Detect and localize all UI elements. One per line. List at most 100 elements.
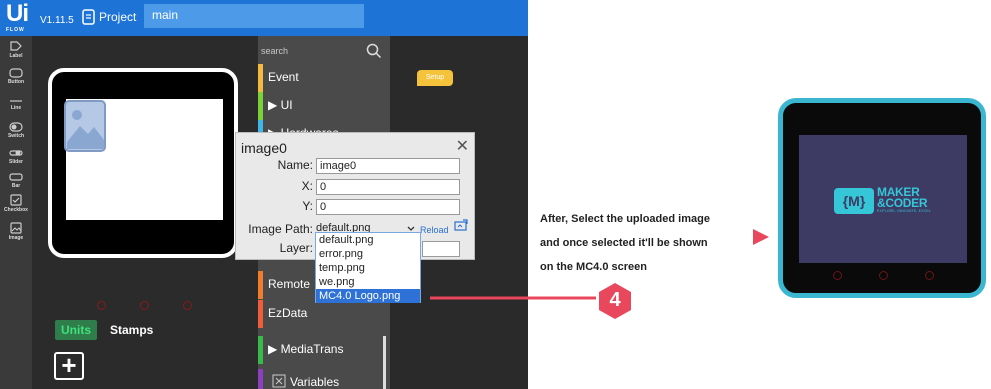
device-preview: [48, 68, 238, 310]
maker-coder-wordmark: MAKER &CODER: [877, 186, 928, 210]
device-button-c: [183, 301, 192, 310]
maker-coder-logo-icon: {M}: [834, 188, 874, 214]
slider-icon: [9, 150, 23, 156]
tool-image-text: Image: [8, 235, 24, 241]
logo-main: Ui: [6, 0, 29, 27]
category-label: ▶ UI: [268, 98, 293, 112]
logo-sub: FLOW: [6, 27, 25, 33]
category-color-bar: [258, 64, 263, 92]
category-event[interactable]: Event: [258, 64, 384, 92]
category-label: Event: [268, 70, 299, 84]
tool-checkbox[interactable]: Checkbox: [0, 194, 32, 213]
mc4-button-b: [879, 271, 888, 280]
uiflow-app: Ui FLOW V1.11.5 Project main Label Butto…: [0, 0, 528, 389]
category-label: Remote: [268, 277, 311, 291]
close-icon[interactable]: ✕: [456, 136, 469, 156]
tool-label-text: Label: [9, 53, 23, 59]
name-field[interactable]: image0: [316, 158, 460, 174]
tool-image[interactable]: Image: [0, 222, 32, 241]
step-badge: 4: [596, 282, 634, 320]
tool-checkbox-text: Checkbox: [4, 207, 28, 213]
block-search-input[interactable]: search: [261, 46, 361, 56]
tool-slider[interactable]: Slider: [0, 148, 32, 165]
top-bar: Ui FLOW V1.11.5 Project main: [0, 0, 528, 36]
category-ezdata[interactable]: EzData: [258, 300, 384, 328]
tool-bar[interactable]: Bar: [0, 172, 32, 189]
svg-text:{M}: {M}: [843, 193, 866, 209]
category-color-bar: [258, 92, 263, 120]
tool-slider-text: Slider: [9, 159, 23, 165]
dropdown-option[interactable]: default.png: [316, 233, 420, 247]
tool-label[interactable]: Label: [0, 40, 32, 59]
dropdown-option[interactable]: we.png: [316, 275, 420, 289]
x-label: X:: [301, 179, 313, 193]
name-label: Name:: [277, 158, 313, 172]
category-color-bar: [258, 336, 263, 364]
image-path-dropdown: default.png error.png temp.png we.png MC…: [315, 232, 421, 303]
checkbox-icon: [10, 194, 22, 206]
category-ui[interactable]: ▶ UI: [258, 92, 384, 120]
mc4-screen: {M} MAKER &CODER EXPLORE, INNOVATE, EXCE…: [799, 135, 967, 263]
category-label: EzData: [268, 306, 308, 320]
tool-button-text: Button: [7, 79, 25, 85]
image-path-label: Image Path:: [248, 222, 313, 236]
callout-connector-line: [430, 296, 596, 300]
image-widget-placeholder-icon[interactable]: [64, 100, 106, 152]
project-label: Project: [99, 10, 137, 24]
tool-button[interactable]: Button: [0, 68, 32, 85]
arrow-right-icon: [753, 229, 769, 245]
dropdown-option-selected[interactable]: MC4.0 Logo.png: [316, 289, 420, 303]
note-line: on the MC4.0 screen: [540, 261, 647, 273]
instruction-note: After, Select the uploaded image and onc…: [540, 207, 750, 279]
y-field[interactable]: 0: [316, 199, 460, 215]
mc4-device-photo: {M} MAKER &CODER EXPLORE, INNOVATE, EXCE…: [778, 98, 986, 298]
dropdown-option[interactable]: error.png: [316, 247, 420, 261]
switch-icon: [9, 122, 23, 132]
button-icon: [9, 68, 23, 78]
project-button[interactable]: Project: [82, 9, 136, 25]
device-button-a: [97, 301, 106, 310]
add-unit-button[interactable]: +: [54, 352, 84, 380]
tool-line-text: Line: [10, 105, 22, 111]
category-color-bar: [258, 300, 263, 328]
x-field[interactable]: 0: [316, 179, 460, 195]
document-icon: [82, 9, 95, 25]
tool-line[interactable]: Line: [0, 98, 32, 111]
category-variables[interactable]: Variables: [258, 369, 384, 389]
category-color-bar: [258, 271, 263, 299]
upload-image-icon[interactable]: [454, 219, 468, 231]
note-line: After, Select the uploaded image: [540, 213, 710, 225]
category-mediatrans[interactable]: ▶ MediaTrans: [258, 336, 384, 364]
bar-icon: [9, 173, 23, 181]
version-label: V1.11.5: [40, 15, 74, 26]
image-icon: [10, 222, 22, 234]
setup-block[interactable]: Setup: [417, 70, 453, 86]
dialog-title: image0: [241, 140, 287, 156]
maker-coder-tagline: EXPLORE, INNOVATE, EXCEL: [877, 209, 932, 213]
y-label: Y:: [302, 199, 313, 213]
layer-label: Layer:: [279, 241, 313, 255]
label-icon: [10, 41, 22, 51]
category-label: ▶ MediaTrans: [268, 342, 344, 356]
tab-units[interactable]: Units: [55, 320, 97, 340]
reload-link[interactable]: Reload: [420, 225, 449, 235]
tutorial-screenshot: Ui FLOW V1.11.5 Project main Label Butto…: [0, 0, 991, 389]
search-icon[interactable]: [366, 43, 382, 59]
wordmark-line: &CODER: [877, 196, 928, 210]
uiflow-logo: Ui FLOW: [6, 2, 36, 36]
category-label: Variables: [290, 375, 340, 389]
layer-field[interactable]: [422, 241, 460, 257]
mc4-button-c: [925, 271, 934, 280]
project-name-field[interactable]: main: [144, 4, 364, 28]
variables-icon: [272, 374, 286, 388]
dropdown-option[interactable]: temp.png: [316, 261, 420, 275]
line-icon: [10, 100, 22, 102]
device-button-b: [140, 301, 149, 310]
note-line: and once selected it'll be shown: [540, 237, 708, 249]
step-number: 4: [609, 289, 621, 311]
category-color-bar: [258, 369, 263, 389]
tab-stamps[interactable]: Stamps: [110, 323, 153, 337]
widget-toolbar: Label Button Line Switch Slider Bar Chec…: [0, 36, 32, 389]
tool-switch[interactable]: Switch: [0, 122, 32, 139]
categories-scrollbar[interactable]: [383, 336, 386, 389]
